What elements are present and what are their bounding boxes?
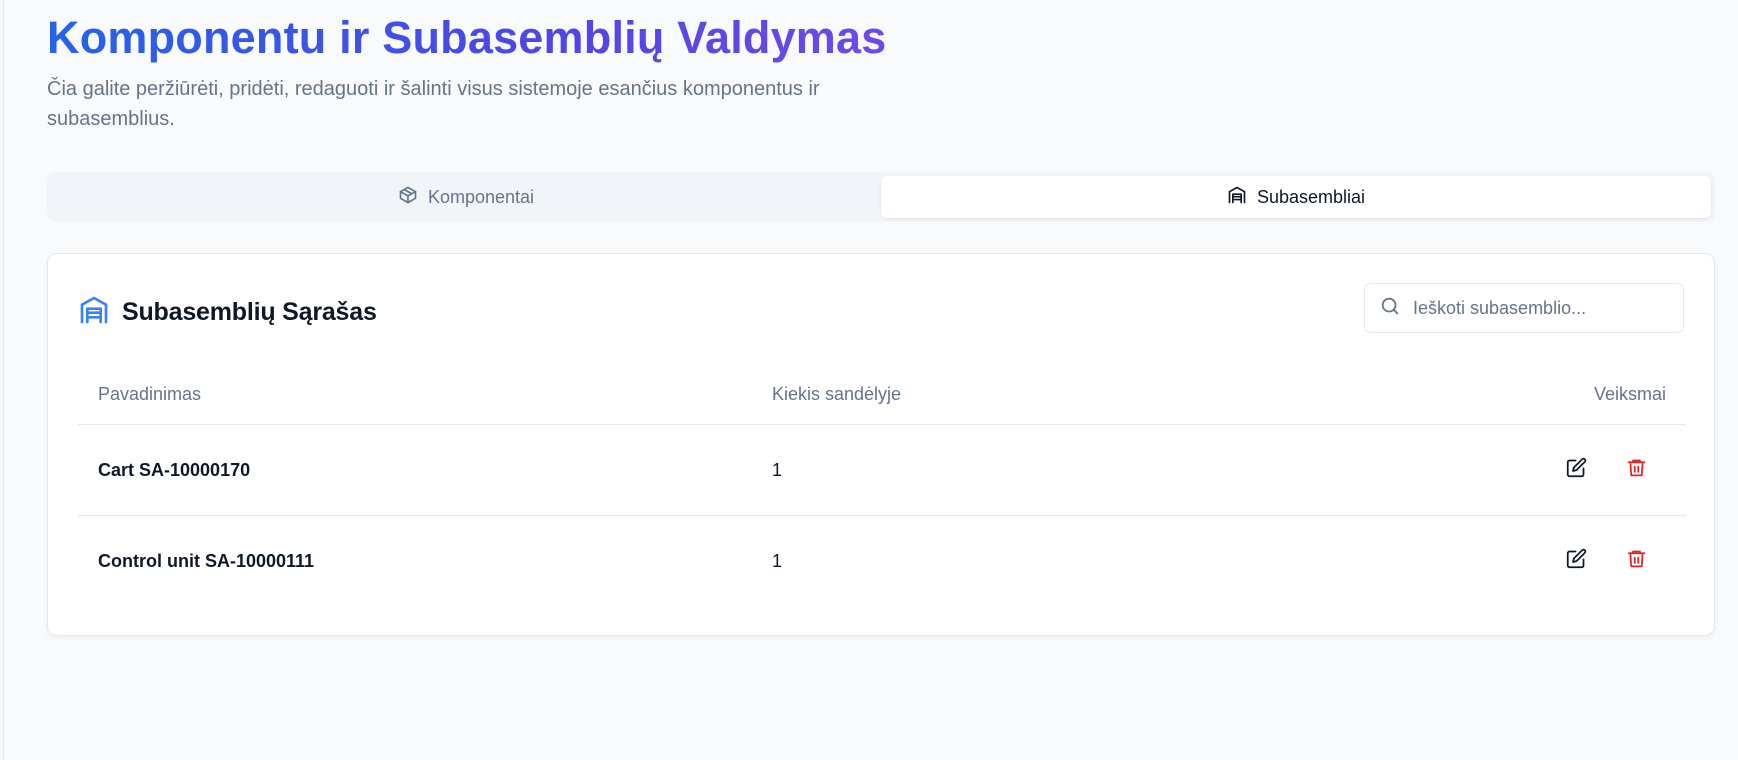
card-title: Subasemblių Sąrašas [78, 294, 377, 331]
edit-icon [1566, 457, 1587, 483]
row-quantity: 1 [772, 459, 783, 480]
tab-label: Komponentai [427, 186, 535, 207]
row-name: Control unit SA-10000111 [98, 550, 315, 571]
page-subtitle: Čia galite peržiūrėti, pridėti, redaguot… [47, 78, 820, 130]
column-header-name: Pavadinimas [98, 383, 202, 404]
search-icon [1379, 295, 1401, 322]
edit-button[interactable] [1546, 450, 1606, 490]
table-header: Pavadinimas Kiekis sandėlyje Veiksmai [78, 364, 1686, 424]
trash-icon [1626, 457, 1647, 483]
row-actions [1466, 541, 1686, 581]
tab-label: Subasembliai [1256, 186, 1366, 207]
tab-list: Komponentai Subasembliai [47, 172, 1715, 222]
delete-button[interactable] [1606, 450, 1666, 490]
edit-button[interactable] [1546, 541, 1606, 581]
table-row: Control unit SA-10000111 1 [78, 515, 1686, 606]
column-header-actions: Veiksmai [1593, 383, 1666, 404]
trash-icon [1626, 548, 1647, 574]
search-input[interactable] [1413, 297, 1663, 319]
page-header: Komponentu ir Subasemblių Valdymas Čia g… [47, 10, 947, 134]
row-quantity: 1 [772, 550, 783, 571]
search-box[interactable] [1364, 283, 1684, 333]
edit-icon [1566, 548, 1587, 574]
subassembly-list-card: Subasemblių Sąrašas Pavadinimas Kiekis s… [47, 253, 1715, 636]
tab-subasembliai[interactable]: Subasembliai [881, 176, 1711, 218]
column-header-quantity: Kiekis sandėlyje [772, 383, 902, 404]
row-name: Cart SA-10000170 [98, 459, 251, 480]
row-actions [1466, 450, 1686, 490]
warehouse-icon [1227, 185, 1247, 210]
left-divider [3, 0, 4, 760]
table-body: Cart SA-10000170 1 Control unit SA-10000… [78, 424, 1686, 606]
card-title-text: Subasemblių Sąrašas [122, 298, 377, 326]
subassembly-table: Pavadinimas Kiekis sandėlyje Veiksmai Ca… [78, 364, 1686, 606]
page-title: Komponentu ir Subasemblių Valdymas [47, 10, 886, 66]
table-row: Cart SA-10000170 1 [78, 424, 1686, 515]
box-icon [398, 185, 418, 210]
delete-button[interactable] [1606, 541, 1666, 581]
warehouse-icon [78, 294, 110, 331]
tab-komponentai[interactable]: Komponentai [51, 176, 881, 218]
